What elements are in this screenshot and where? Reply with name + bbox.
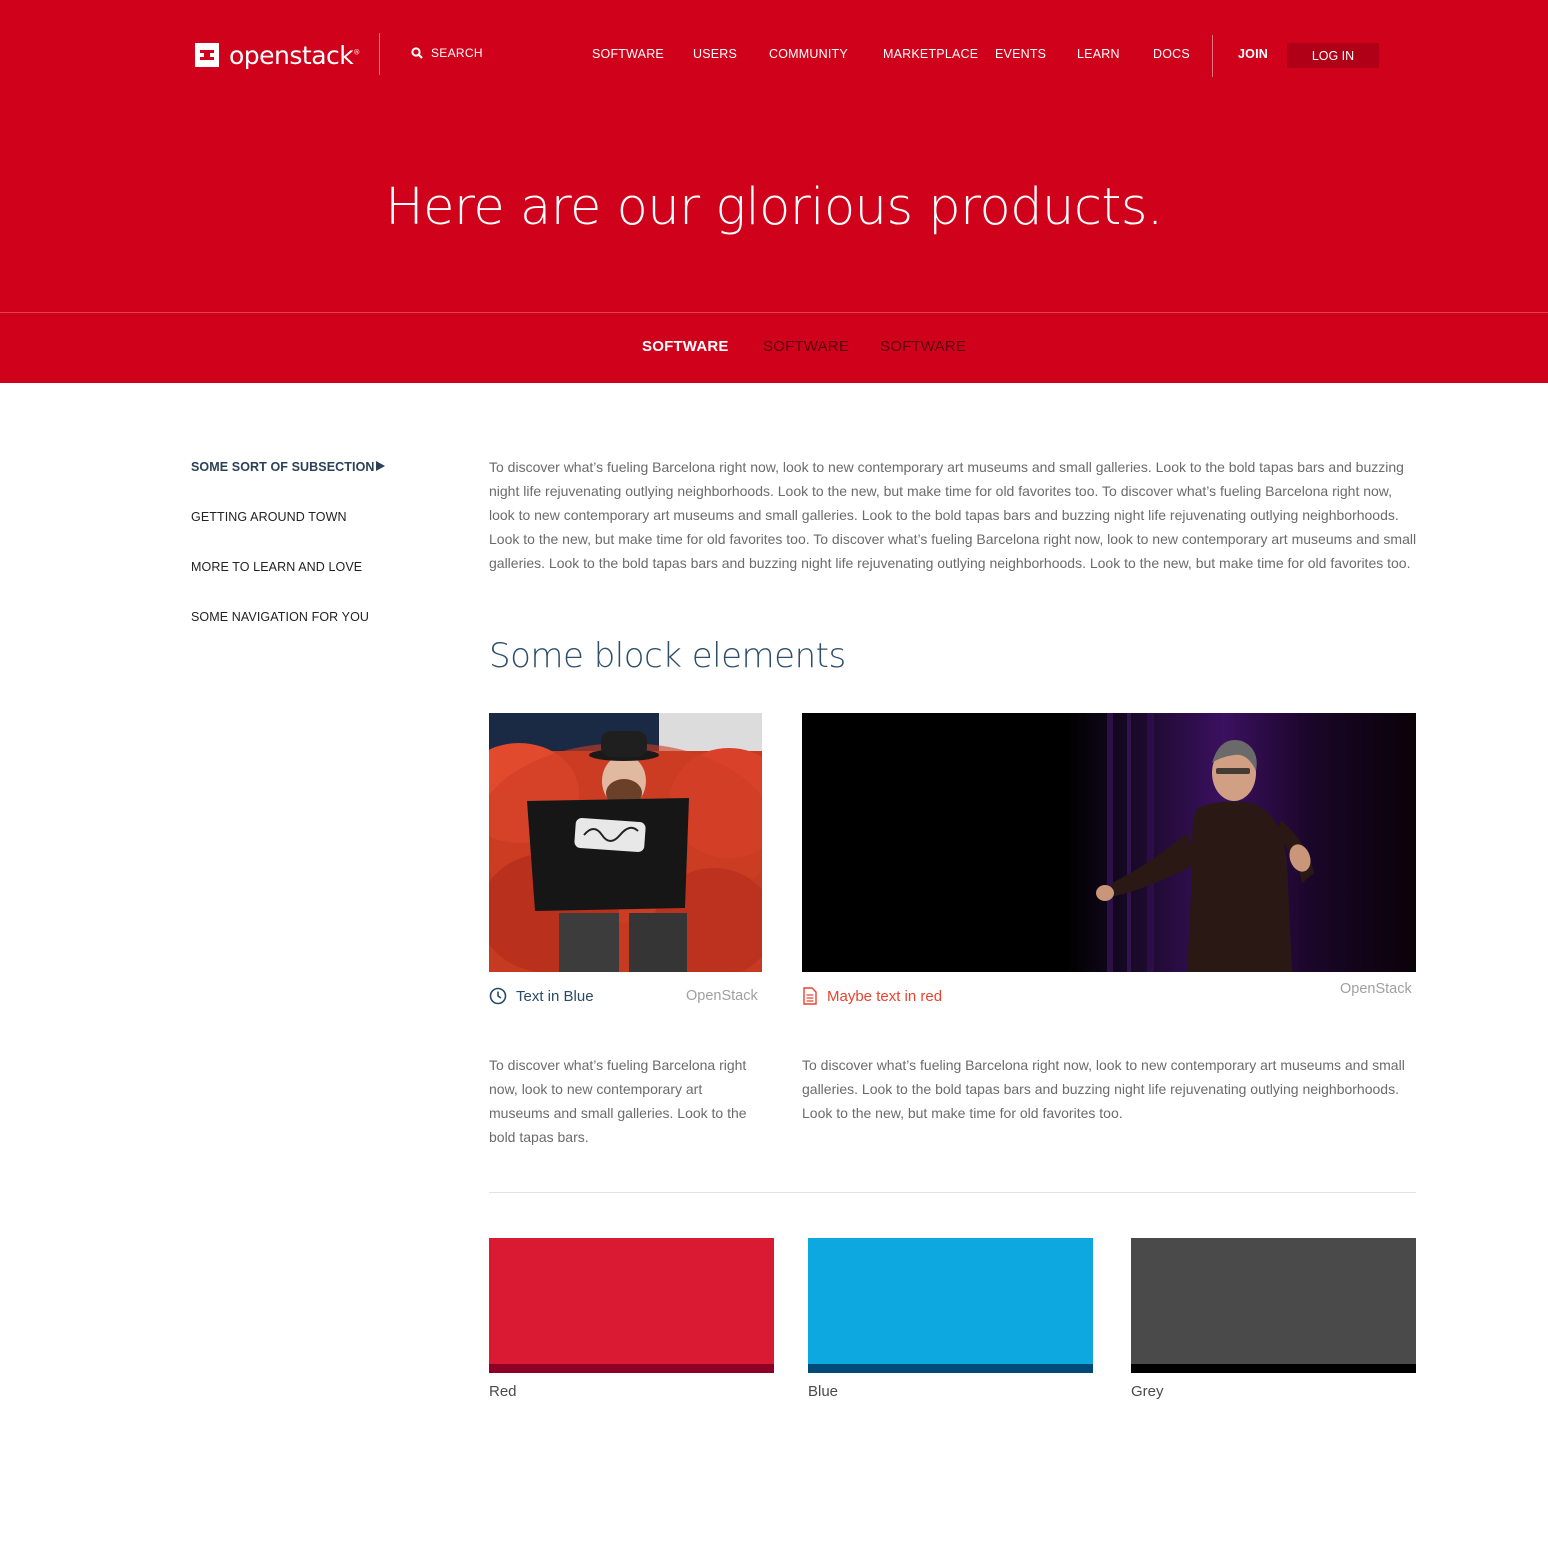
- subnav-tab-1[interactable]: SOFTWARE: [642, 338, 729, 355]
- photo-credit-right: OpenStack: [1340, 981, 1412, 997]
- swatch-blue-label: Blue: [808, 1383, 839, 1400]
- subnav-tab-2[interactable]: SOFTWARE: [763, 338, 849, 355]
- caption-blue: Text in Blue: [489, 987, 594, 1005]
- photo-credit-left: OpenStack: [686, 988, 758, 1004]
- card-right-description: To discover what’s fueling Barcelona rig…: [802, 1057, 1405, 1121]
- beanbag-photo: [489, 713, 762, 972]
- nav-software[interactable]: SOFTWARE: [592, 47, 664, 61]
- swatch-red: [489, 1238, 774, 1373]
- swatch-grey-label: Grey: [1131, 1383, 1164, 1400]
- swatch-red-label: Red: [489, 1383, 517, 1400]
- join-link[interactable]: JOIN: [1238, 47, 1268, 61]
- logo-wordmark: openstack®: [229, 40, 360, 70]
- hero-title: Here are our glorious products.: [385, 178, 1163, 237]
- top-navigation-bar: openstack® SEARCH SOFTWARE USERS COMMUNI…: [0, 0, 1548, 110]
- caption-red: Maybe text in red: [802, 987, 942, 1005]
- nav-marketplace[interactable]: MARKETPLACE: [883, 47, 978, 61]
- sidebar-item-navigation[interactable]: SOME NAVIGATION FOR YOU: [191, 610, 369, 624]
- nav-users[interactable]: USERS: [693, 47, 737, 61]
- openstack-logo[interactable]: openstack®: [195, 40, 360, 70]
- search-label: SEARCH: [431, 46, 483, 60]
- card-left-description: To discover what’s fueling Barcelona rig…: [489, 1057, 747, 1145]
- intro-paragraph: To discover what’s fueling Barcelona rig…: [489, 459, 1417, 571]
- sidebar-item-getting-around[interactable]: GETTING AROUND TOWN: [191, 510, 347, 524]
- sidebar-item-subsection[interactable]: SOME SORT OF SUBSECTION: [191, 460, 375, 474]
- arrow-right-icon: [376, 461, 385, 471]
- logo-divider: [379, 33, 380, 75]
- caption-blue-text: Text in Blue: [516, 987, 594, 1005]
- nav-divider: [1212, 35, 1213, 77]
- openstack-logo-icon: [195, 43, 219, 67]
- sidebar-item-learn-and-love[interactable]: MORE TO LEARN AND LOVE: [191, 560, 362, 574]
- swatch-grey: [1131, 1238, 1416, 1373]
- search-icon: [411, 47, 423, 59]
- section-title: Some block elements: [489, 636, 846, 676]
- subnav-tab-3[interactable]: SOFTWARE: [880, 338, 966, 355]
- document-icon: [803, 987, 817, 1005]
- nav-events[interactable]: EVENTS: [995, 47, 1046, 61]
- search-button[interactable]: SEARCH: [411, 46, 483, 60]
- hero-divider: [0, 312, 1548, 313]
- caption-red-text: Maybe text in red: [827, 987, 943, 1005]
- nav-community[interactable]: COMMUNITY: [769, 47, 848, 61]
- speaker-photo: [802, 713, 1416, 972]
- nav-learn[interactable]: LEARN: [1077, 47, 1120, 61]
- clock-icon: [489, 987, 507, 1005]
- swatch-blue: [808, 1238, 1093, 1373]
- login-button[interactable]: LOG IN: [1287, 43, 1379, 68]
- nav-docs[interactable]: DOCS: [1153, 47, 1190, 61]
- hero-banner: openstack® SEARCH SOFTWARE USERS COMMUNI…: [0, 0, 1548, 383]
- content-divider: [489, 1192, 1416, 1193]
